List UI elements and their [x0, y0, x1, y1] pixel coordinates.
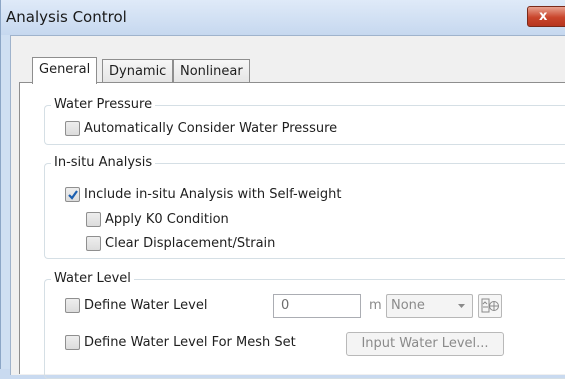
dialog-window: Analysis Control x General Dynamic Nonli… — [0, 0, 565, 379]
water-level-pick-button[interactable] — [478, 294, 502, 318]
water-pressure-legend: Water Pressure — [51, 97, 156, 112]
tab-nonlinear[interactable]: Nonlinear — [173, 59, 250, 83]
tab-general[interactable]: General — [32, 57, 98, 84]
insitu-legend: In-situ Analysis — [51, 155, 156, 170]
auto-water-pressure-label: Automatically Consider Water Pressure — [84, 121, 338, 136]
checkbox-box[interactable] — [86, 212, 101, 227]
water-level-combo[interactable]: None — [386, 294, 473, 318]
define-water-level-mesh-label: Define Water Level For Mesh Set — [84, 335, 296, 350]
input-water-level-button[interactable]: Input Water Level... — [346, 332, 504, 356]
close-button[interactable]: x — [527, 6, 565, 27]
include-insitu-label: Include in-situ Analysis with Self-weigh… — [84, 187, 342, 202]
apply-k0-label: Apply K0 Condition — [105, 212, 229, 227]
clear-displacement-checkbox[interactable]: Clear Displacement/Strain — [86, 236, 275, 251]
water-level-unit: m — [369, 298, 382, 313]
tab-general-label: General — [39, 62, 91, 77]
water-level-input[interactable]: 0 — [273, 294, 361, 318]
auto-water-pressure-checkbox[interactable]: Automatically Consider Water Pressure — [65, 121, 337, 136]
checkmark-icon — [68, 190, 78, 200]
apply-k0-checkbox[interactable]: Apply K0 Condition — [86, 212, 229, 227]
clear-displacement-label: Clear Displacement/Strain — [105, 236, 276, 251]
water-level-pick-icon — [481, 298, 499, 313]
define-water-level-checkbox[interactable]: Define Water Level — [65, 298, 207, 313]
checkbox-box[interactable] — [65, 298, 80, 313]
tab-dynamic[interactable]: Dynamic — [102, 59, 174, 83]
define-water-level-label: Define Water Level — [84, 298, 208, 313]
define-water-level-mesh-checkbox[interactable]: Define Water Level For Mesh Set — [65, 335, 296, 350]
checkbox-box[interactable] — [65, 187, 80, 202]
checkbox-box[interactable] — [65, 121, 80, 136]
water-level-legend: Water Level — [51, 271, 134, 286]
chevron-down-icon — [458, 304, 465, 308]
tab-panel-general: Water Pressure Automatically Consider Wa… — [19, 82, 565, 379]
include-insitu-checkbox[interactable]: Include in-situ Analysis with Self-weigh… — [65, 187, 342, 202]
tab-dynamic-label: Dynamic — [109, 64, 167, 79]
checkbox-box[interactable] — [65, 335, 80, 350]
close-icon: x — [539, 9, 548, 24]
window-title: Analysis Control — [6, 8, 127, 26]
combo-value: None — [391, 298, 425, 313]
title-bar[interactable]: Analysis Control x — [1, 0, 565, 35]
checkbox-box[interactable] — [86, 236, 101, 251]
tab-nonlinear-label: Nonlinear — [180, 64, 243, 79]
